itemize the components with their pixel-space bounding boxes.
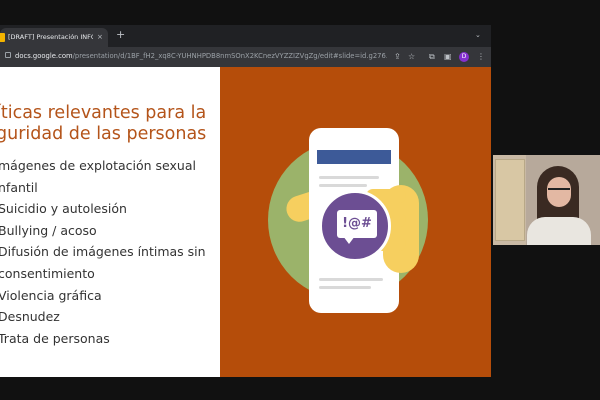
phone-content-line bbox=[319, 176, 379, 179]
bullet-item: Difusión de imágenes íntimas sin bbox=[0, 244, 206, 260]
phone-content-line bbox=[319, 286, 371, 289]
phone-content-line bbox=[319, 278, 383, 281]
bookmark-star-icon[interactable]: ☆ bbox=[408, 51, 415, 62]
slide-title: íticas relevantes para la guridad de las… bbox=[0, 103, 226, 145]
new-tab-button[interactable]: + bbox=[116, 29, 125, 41]
glasses-shape bbox=[548, 188, 570, 193]
presentation-viewport: íticas relevantes para la guridad de las… bbox=[0, 67, 491, 377]
lock-icon[interactable] bbox=[5, 52, 11, 58]
bullet-item: Trata de personas bbox=[0, 330, 110, 346]
url-path: /presentation/d/1BF_fH2_xq8C-YUHNHPDB8nm… bbox=[72, 52, 387, 60]
address-bar[interactable]: docs.google.com/presentation/d/1BF_fH2_x… bbox=[15, 50, 387, 63]
profile-avatar[interactable]: D bbox=[459, 52, 469, 62]
phone-content-line bbox=[319, 184, 367, 187]
share-icon[interactable]: ⇪ bbox=[394, 51, 401, 62]
speech-bubble-text: !@# bbox=[342, 216, 372, 231]
bullet-list: mágenes de explotación sexual nfantil Su… bbox=[0, 155, 206, 349]
tab-title: [DRAFT] Presentación INFO.Ma bbox=[8, 33, 93, 41]
extensions-icon[interactable]: ⧉ bbox=[429, 51, 435, 62]
speech-bubble-icon: !@# bbox=[337, 210, 377, 238]
background-cabinet bbox=[495, 159, 525, 241]
illustration-panel: !@# bbox=[220, 67, 491, 377]
bullet-item: consentimiento bbox=[0, 265, 95, 281]
address-toolbar: docs.google.com/presentation/d/1BF_fH2_x… bbox=[0, 47, 491, 67]
bullet-item: mágenes de explotación sexual bbox=[0, 158, 196, 173]
browser-window: [DRAFT] Presentación INFO.Ma × + ⌄ docs.… bbox=[0, 25, 491, 377]
slides-favicon-icon bbox=[0, 33, 5, 42]
url-host: docs.google.com bbox=[15, 52, 73, 60]
bullet-item: Bullying / acoso bbox=[0, 222, 97, 238]
bullet-item: Suicidio y autolesión bbox=[0, 201, 127, 217]
browser-tab[interactable]: [DRAFT] Presentación INFO.Ma × bbox=[0, 28, 108, 47]
tab-bar: [DRAFT] Presentación INFO.Ma × + ⌄ bbox=[0, 25, 491, 47]
bullet-item: Violencia gráfica bbox=[0, 287, 102, 303]
bullet-item: nfantil bbox=[0, 179, 38, 195]
participant-video-tile[interactable] bbox=[493, 155, 600, 245]
participant-sweater bbox=[527, 217, 591, 245]
browser-menu-icon[interactable]: ⋮ bbox=[477, 51, 485, 62]
bullet-item: Desnudez bbox=[0, 309, 60, 325]
offensive-speech-badge-icon: !@# bbox=[319, 190, 391, 262]
speech-bubble-tail bbox=[343, 236, 355, 244]
tab-close-icon[interactable]: × bbox=[97, 31, 103, 43]
slide-title-line-2: guridad de las personas bbox=[0, 124, 207, 144]
slide-title-line-1: íticas relevantes para la bbox=[0, 103, 207, 123]
tab-search-icon[interactable]: ⌄ bbox=[475, 31, 481, 39]
side-panel-icon[interactable]: ▣ bbox=[444, 51, 452, 62]
phone-header-bar bbox=[317, 150, 391, 164]
